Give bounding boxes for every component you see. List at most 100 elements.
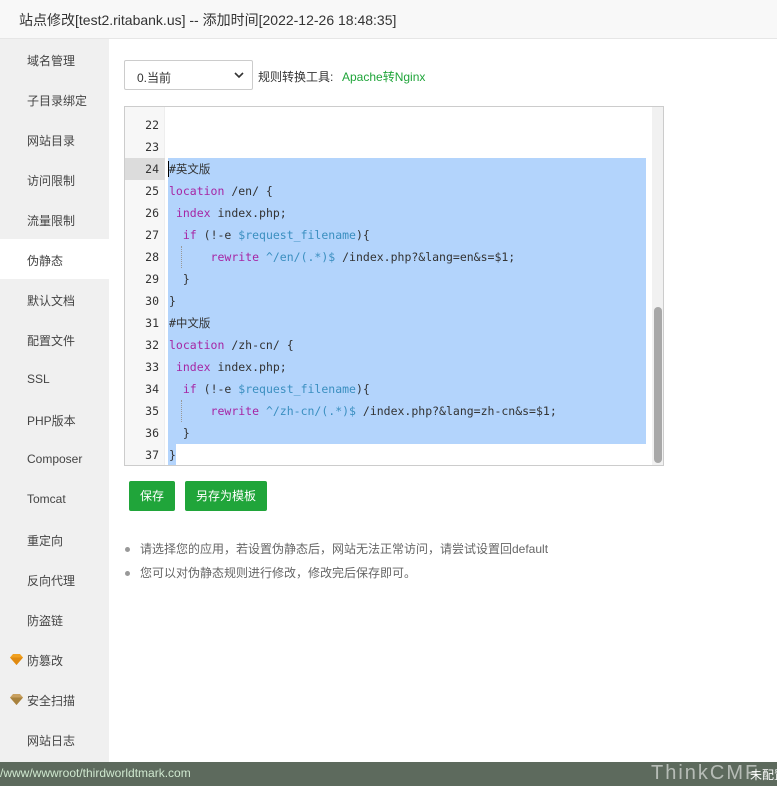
sidebar-item-label: 网站目录: [27, 134, 76, 148]
sidebar-item-label: 配置文件: [27, 334, 76, 348]
line-number: 34: [145, 382, 159, 396]
line-number: 24: [125, 158, 165, 180]
sidebar-item-reverse-proxy[interactable]: 反向代理: [0, 559, 109, 599]
save-as-template-button[interactable]: 另存为模板: [185, 481, 267, 511]
sidebar-item-security-scan[interactable]: 安全扫描: [0, 679, 109, 719]
sidebar-item-traffic-limit[interactable]: 流量限制: [0, 199, 109, 239]
code-line: 34 if (!-e $request_filename){: [125, 378, 651, 400]
code-line: 35 rewrite ^/zh-cn/(.*)$ /index.php?&lan…: [125, 400, 651, 422]
line-number: 35: [145, 404, 159, 418]
editor-scrollbar[interactable]: [652, 107, 663, 465]
sidebar-item-label: 域名管理: [27, 54, 76, 68]
sidebar-item-subdir[interactable]: 子目录绑定: [0, 79, 109, 119]
sidebar-item-label: 伪静态: [27, 254, 64, 268]
sidebar-item-tamper-proof[interactable]: 防篡改: [0, 639, 109, 679]
rewrite-version-select[interactable]: 0.当前: [124, 60, 253, 90]
sidebar-item-rewrite[interactable]: 伪静态: [0, 239, 109, 279]
sidebar-item-label: 重定向: [27, 534, 64, 548]
dialog-titlebar: 站点修改[test2.ritabank.us] -- 添加时间[2022-12-…: [0, 0, 777, 39]
bullet-icon: [125, 547, 130, 552]
code-text: }: [169, 426, 190, 440]
sidebar-item-label: 网站日志: [27, 734, 76, 748]
code-line: 28 rewrite ^/en/(.*)$ /index.php?&lang=e…: [125, 246, 651, 268]
line-number: 25: [145, 184, 159, 198]
code-line: 36 }: [125, 422, 651, 444]
code-text: if (!-e $request_filename){: [182, 382, 370, 396]
sidebar-item-hotlink[interactable]: 防盗链: [0, 599, 109, 639]
sidebar-item-label: 子目录绑定: [27, 94, 88, 108]
sidebar-item-label: PHP版本: [27, 414, 76, 428]
sidebar-item-composer[interactable]: Composer: [0, 439, 109, 479]
chevron-down-icon: [234, 72, 244, 79]
code-text: }: [169, 448, 176, 462]
background-status-bar: /www/wwwroot/thirdworldtmark.com ThinkCM…: [0, 762, 777, 786]
sidebar-item-label: 安全扫描: [27, 694, 76, 708]
code-line: 31 #中文版: [125, 312, 651, 334]
code-text: if (!-e $request_filename){: [182, 228, 370, 242]
sidebar-item-label: SSL: [27, 372, 50, 386]
sidebar-item-config-file[interactable]: 配置文件: [0, 319, 109, 359]
sidebar-item-tomcat[interactable]: Tomcat: [0, 479, 109, 519]
sidebar-item-site-dir[interactable]: 网站目录: [0, 119, 109, 159]
code-text: }: [169, 294, 176, 308]
line-number: 28: [145, 250, 159, 264]
sidebar-item-label: 默认文档: [27, 294, 76, 308]
line-number: 26: [145, 206, 159, 220]
line-number: 33: [145, 360, 159, 374]
site-path: /www/wwwroot/thirdworldtmark.com: [0, 766, 191, 780]
line-number: 31: [145, 316, 159, 330]
status-text: 未配置: [750, 768, 777, 782]
select-value: 0.当前: [137, 71, 172, 85]
converter-label: 规则转换工具:: [258, 70, 334, 84]
bullet-icon: [125, 571, 130, 576]
sidebar-item-label: 流量限制: [27, 214, 76, 228]
code-line: 25 location /en/ {: [125, 180, 651, 202]
sidebar-item-php-version[interactable]: PHP版本: [0, 399, 109, 439]
code-line: 32 location /zh-cn/ {: [125, 334, 651, 356]
scrollbar-thumb[interactable]: [654, 307, 662, 463]
code-text: index index.php;: [175, 206, 287, 220]
line-number: 37: [145, 448, 159, 462]
sidebar-item-label: 防篡改: [27, 654, 64, 668]
converter-link[interactable]: Apache转Nginx: [342, 68, 425, 85]
line-number: 22: [145, 118, 159, 132]
sidebar-item-ssl[interactable]: SSL: [0, 359, 109, 399]
sidebar-item-domain[interactable]: 域名管理: [0, 39, 109, 79]
code-line: 27 if (!-e $request_filename){: [125, 224, 651, 246]
sidebar-item-label: 防盗链: [27, 614, 64, 628]
text-cursor: [168, 161, 169, 177]
code-line: 37 }: [125, 444, 651, 465]
line-number: 30: [145, 294, 159, 308]
save-button[interactable]: 保存: [129, 481, 175, 511]
sidebar: 域名管理 子目录绑定 网站目录 访问限制 流量限制 伪静态 默认文档 配置文件 …: [0, 39, 109, 762]
code-text: rewrite ^/en/(.*)$ /index.php?&lang=en&s…: [210, 250, 516, 264]
sidebar-item-label: Composer: [27, 452, 83, 466]
code-line: 30 }: [125, 290, 651, 312]
sidebar-item-label: Tomcat: [27, 492, 66, 506]
line-number: 32: [145, 338, 159, 352]
rewrite-code-editor[interactable]: 22 23 24 #英文版 25 location /en/ { 26 inde…: [124, 106, 664, 466]
gem-icon: [10, 694, 23, 705]
code-text: #中文版: [169, 316, 211, 330]
line-number: 27: [145, 228, 159, 242]
sidebar-item-label: 访问限制: [27, 174, 76, 188]
code-text: location /zh-cn/ {: [169, 338, 294, 352]
line-number: 23: [145, 140, 159, 154]
code-line: 26 index index.php;: [125, 202, 651, 224]
sidebar-item-site-log[interactable]: 网站日志: [0, 719, 109, 759]
code-line: 24 #英文版: [125, 158, 651, 180]
code-text: }: [169, 272, 190, 286]
line-number: 29: [145, 272, 159, 286]
sidebar-item-default-doc[interactable]: 默认文档: [0, 279, 109, 319]
main-panel: 0.当前 规则转换工具: Apache转Nginx 22 23 24 #英文版 …: [109, 39, 777, 762]
line-number: 36: [145, 426, 159, 440]
tip-item: 请选择您的应用，若设置伪静态后，网站无法正常访问，请尝试设置回default: [123, 541, 548, 565]
sidebar-item-redirect[interactable]: 重定向: [0, 519, 109, 559]
gem-icon: [10, 654, 23, 665]
tip-text: 您可以对伪静态规则进行修改，修改完后保存即可。: [140, 566, 417, 580]
sidebar-item-access-limit[interactable]: 访问限制: [0, 159, 109, 199]
code-text: location /en/ {: [169, 184, 273, 198]
tips-list: 请选择您的应用，若设置伪静态后，网站无法正常访问，请尝试设置回default 您…: [123, 541, 548, 589]
dialog-title: 站点修改[test2.ritabank.us] -- 添加时间[2022-12-…: [19, 12, 397, 28]
code-line: 29 }: [125, 268, 651, 290]
